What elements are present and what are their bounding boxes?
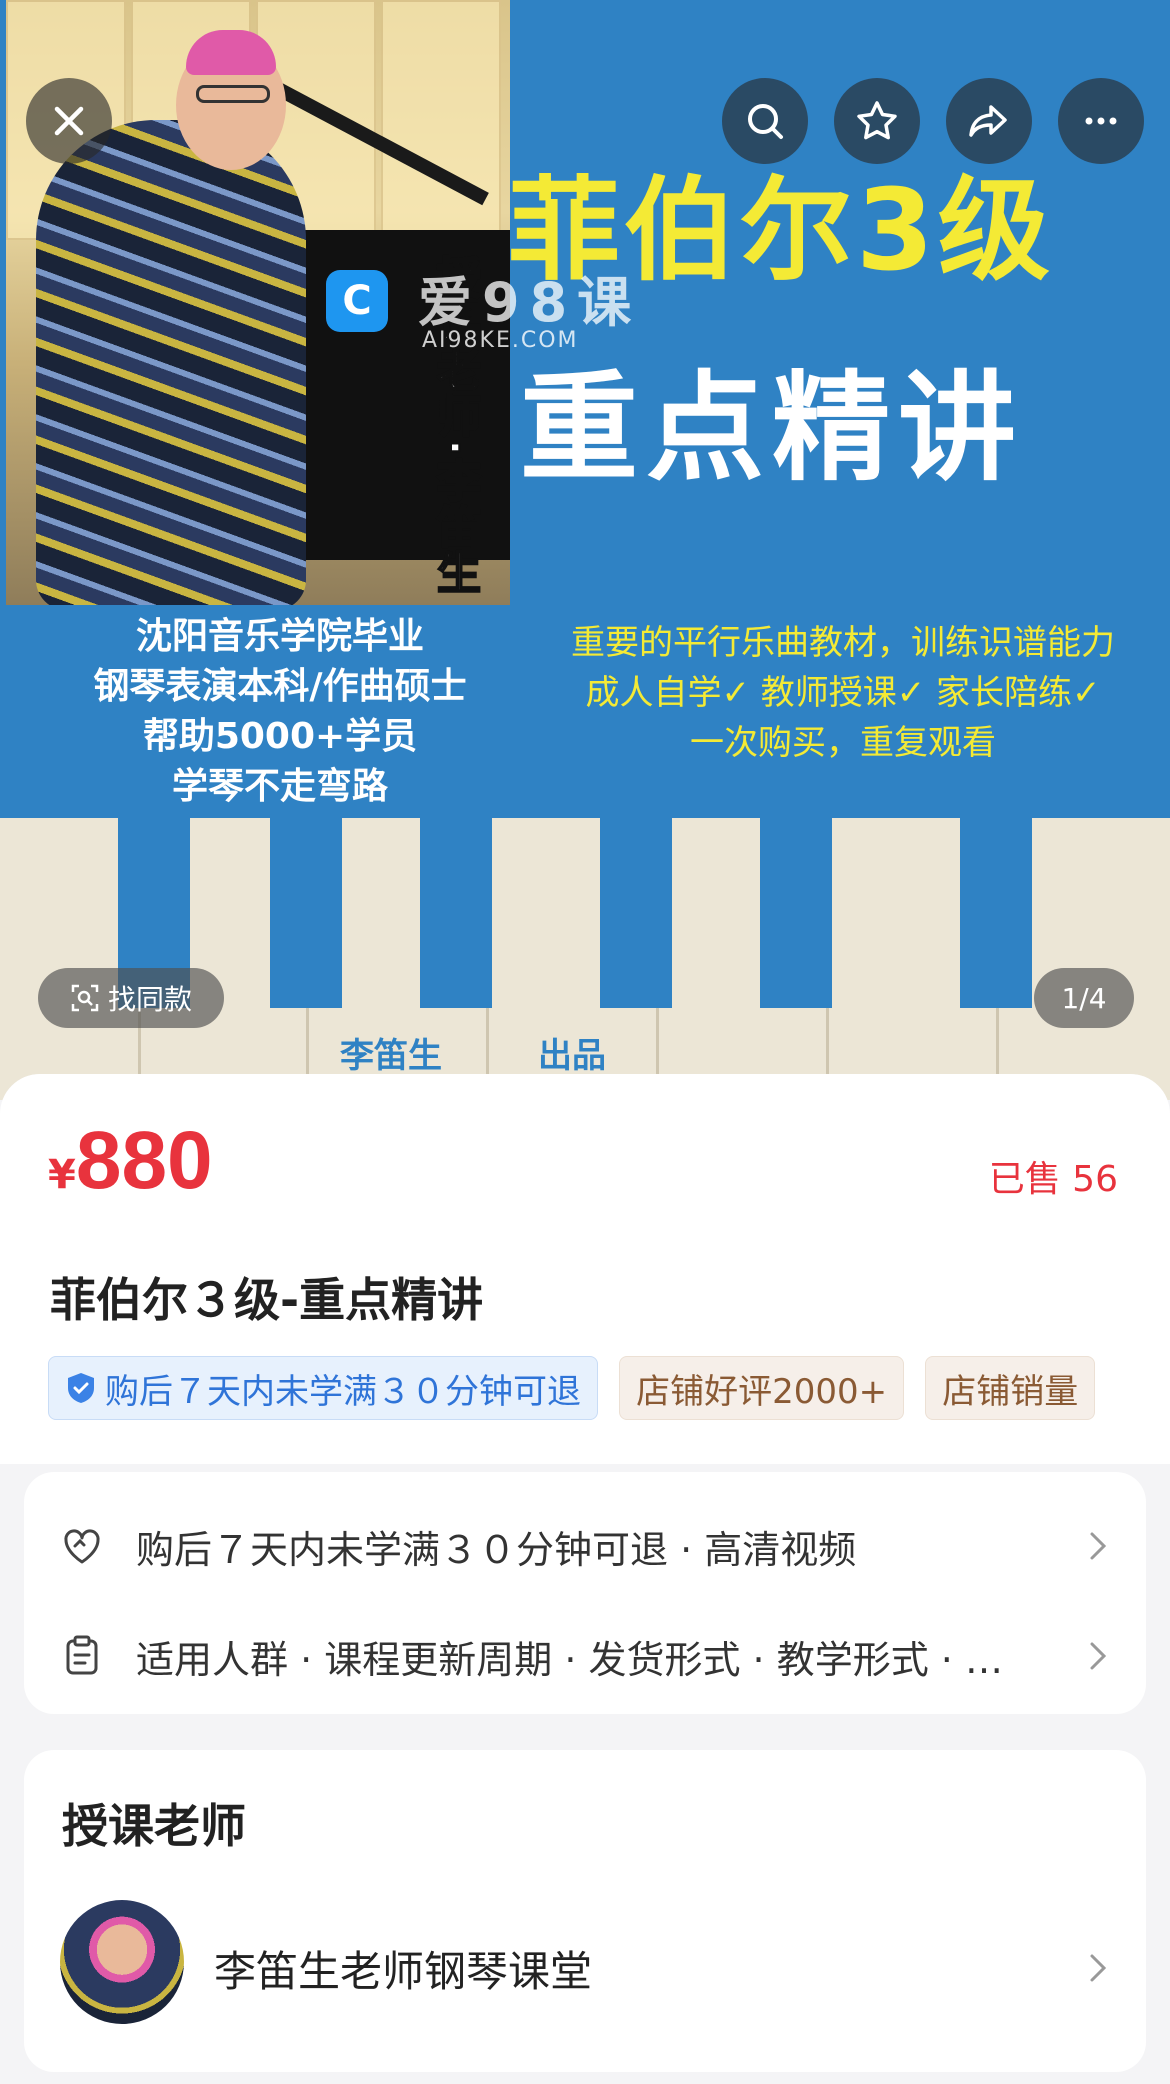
more-button[interactable] <box>1058 78 1144 164</box>
course-params-row[interactable]: 适用人群 · 课程更新周期 · 发货形式 · 教学形式 · … <box>60 1626 1110 1686</box>
teacher-glasses <box>196 85 270 103</box>
find-similar-button[interactable]: 找同款 <box>38 968 224 1028</box>
banner-teacher-credentials: 沈阳音乐学院毕业 钢琴表演本科/作曲硕士 帮助5000+学员 学琴不走弯路 <box>60 612 500 812</box>
watermark-url: AI98KE.COM <box>422 328 579 353</box>
search-button[interactable] <box>722 78 808 164</box>
banner-key-label: 李笛生 <box>340 1036 442 1076</box>
chevron-right-icon <box>1090 1642 1107 1670</box>
credential-line: 学琴不走弯路 <box>171 766 388 807</box>
course-params-text: 适用人群 · 课程更新周期 · 发货形式 · 教学形式 · … <box>136 1637 1003 1682</box>
teacher-section-title: 授课老师 <box>62 1799 246 1853</box>
image-counter: 1/4 <box>1034 968 1134 1028</box>
price-value: 880 <box>75 1115 213 1206</box>
shield-check-icon <box>68 1373 94 1403</box>
watermark-logo-icon: C <box>326 270 388 332</box>
chevron-right-icon <box>1090 1532 1107 1560</box>
watermark-text: 爱98课 <box>418 271 642 334</box>
tag-label: 购后７天内未学满３０分钟可退 <box>105 1371 581 1412</box>
banner-course-features: 重要的平行乐曲教材，训练识谱能力 成人自学✓ 教师授课✓ 家长陪练✓ 一次购买，… <box>518 618 1168 768</box>
more-icon <box>1085 117 1117 125</box>
black-key <box>960 818 1032 1008</box>
heart-refund-icon <box>64 1529 100 1564</box>
credential-line: 沈阳音乐学院毕业 <box>135 616 424 657</box>
product-detail-page: 授课老师·李笛生 菲伯尔3级 重点精讲 C 爱98课 AI98KE.COM 沈阳… <box>0 0 1170 2084</box>
product-title: 菲伯尔３级-重点精讲 <box>50 1273 484 1327</box>
favorite-button[interactable] <box>834 78 920 164</box>
black-key <box>760 818 832 1008</box>
teacher-avatar[interactable] <box>60 1900 184 2024</box>
feature-line: 重要的平行乐曲教材，训练识谱能力 <box>571 623 1115 663</box>
product-info-card: ¥880 已售 56 菲伯尔３级-重点精讲 购后７天内未学满３０分钟可退 店铺好… <box>0 1074 1170 2084</box>
currency-symbol: ¥ <box>48 1152 76 1198</box>
scan-search-icon <box>71 984 99 1012</box>
sold-count: 已售 56 <box>988 1159 1118 1200</box>
feature-line: 一次购买，重复观看 <box>690 723 996 763</box>
product-tags: 购后７天内未学满３０分钟可退 店铺好评2000+ 店铺销量 <box>48 1356 1122 1422</box>
share-icon <box>969 105 1007 137</box>
credential-line: 帮助5000+学员 <box>142 716 418 757</box>
clipboard-icon <box>66 1635 98 1675</box>
teacher-name[interactable]: 李笛生老师钢琴课堂 <box>214 1938 592 1999</box>
service-panel: 购后７天内未学满３０分钟可退 · 高清视频 适用人群 · 课程更新周期 · 发货… <box>24 1472 1146 1714</box>
product-image-banner[interactable]: 授课老师·李笛生 菲伯尔3级 重点精讲 C 爱98课 AI98KE.COM 沈阳… <box>0 0 1170 1100</box>
price-title-section: ¥880 已售 56 菲伯尔３级-重点精讲 购后７天内未学满３０分钟可退 店铺好… <box>0 1074 1170 1464</box>
teacher-panel: 授课老师 李笛生老师钢琴课堂 <box>24 1750 1146 2072</box>
teacher-figure <box>36 120 306 605</box>
chevron-right-icon[interactable] <box>1086 1950 1110 1986</box>
refund-service-text: 购后７天内未学满３０分钟可退 · 高清视频 <box>136 1527 857 1572</box>
black-key <box>600 818 672 1008</box>
refund-service-row[interactable]: 购后７天内未学满３０分钟可退 · 高清视频 <box>60 1516 1110 1576</box>
share-button[interactable] <box>946 78 1032 164</box>
close-icon <box>54 106 84 136</box>
feature-line: 成人自学✓ 教师授课✓ 家长陪练✓ <box>585 673 1101 713</box>
find-similar-label: 找同款 <box>107 983 192 1016</box>
star-icon <box>857 101 897 140</box>
shop-rating-tag[interactable]: 店铺好评2000+ <box>619 1356 905 1420</box>
search-icon <box>748 104 783 139</box>
watermark: C 爱98课 AI98KE.COM <box>326 258 631 358</box>
refund-guarantee-tag[interactable]: 购后７天内未学满３０分钟可退 <box>48 1356 598 1420</box>
price: ¥880 <box>48 1114 213 1208</box>
banner-key-label: 出品 <box>538 1036 606 1076</box>
credential-line: 钢琴表演本科/作曲硕士 <box>93 666 467 707</box>
wall-panel <box>381 0 501 240</box>
shop-sales-tag[interactable]: 店铺销量 <box>925 1356 1096 1420</box>
black-key <box>420 818 492 1008</box>
black-key <box>270 818 342 1008</box>
close-button[interactable] <box>26 78 112 164</box>
